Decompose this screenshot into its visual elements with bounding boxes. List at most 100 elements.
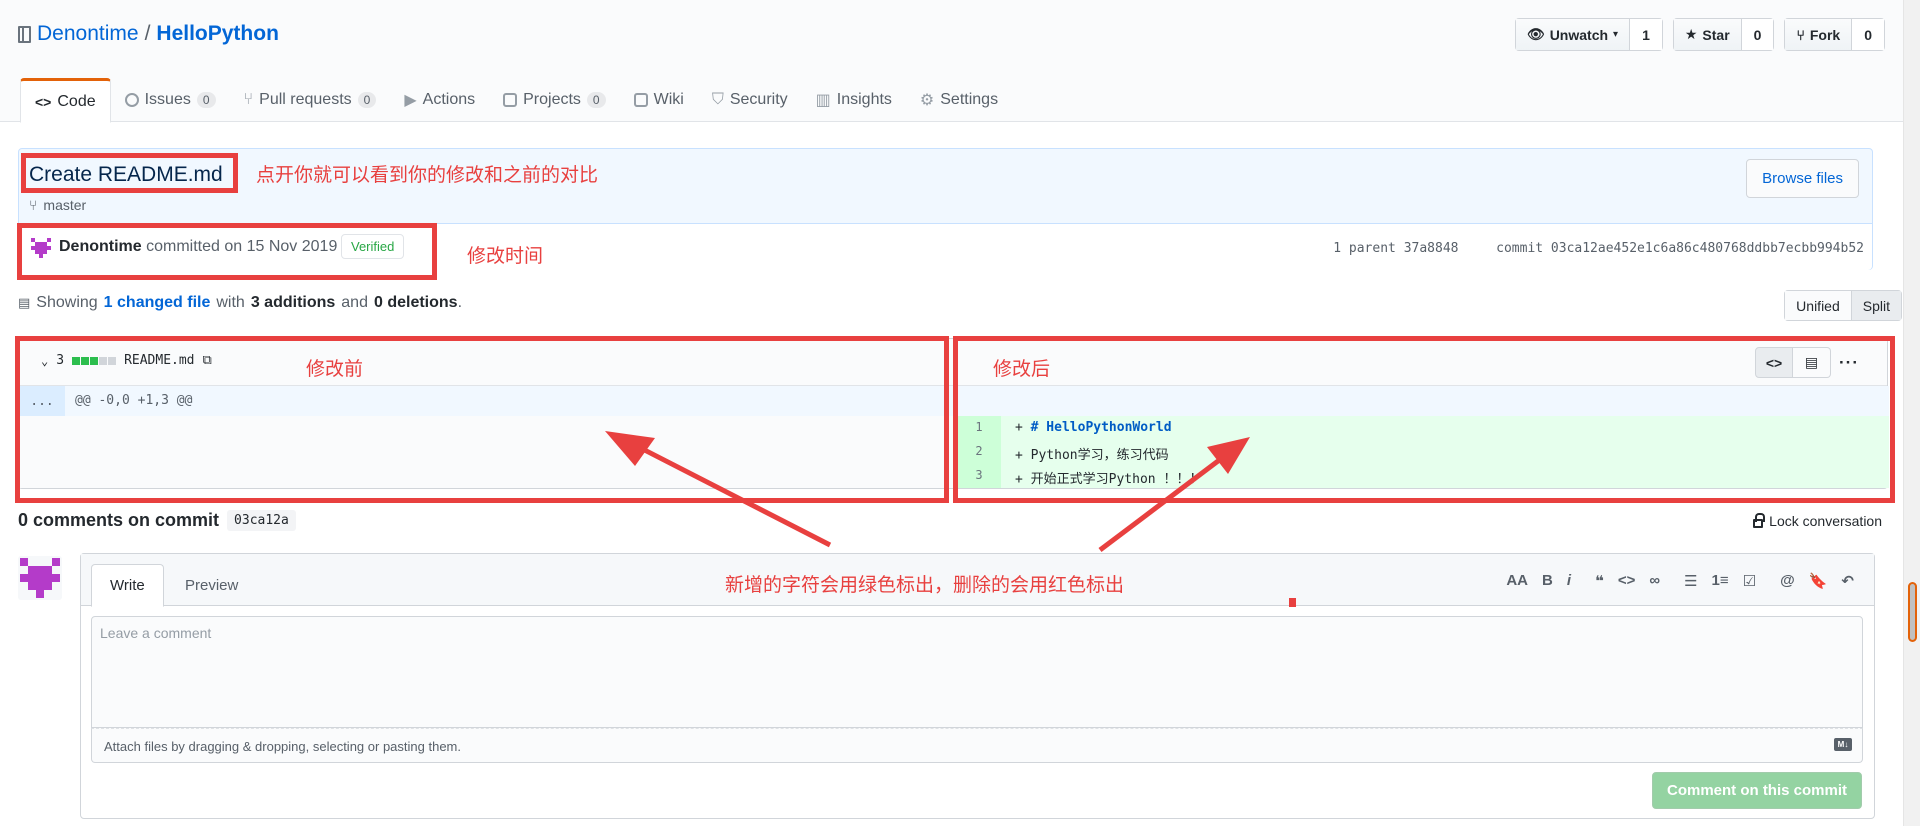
watch-button[interactable]: 👁 Unwatch ▾ — [1515, 19, 1631, 50]
tab-counter: 0 — [196, 92, 216, 108]
comment-textarea[interactable]: Leave a comment — [91, 616, 1863, 728]
annotation-compare-note: 点开你就可以看到你的修改和之前的对比 — [256, 165, 599, 186]
commit-sha: commit 03ca12ae452e1c6a86c480768ddbb7ecb… — [1496, 241, 1864, 256]
repo-actions: 👁 Unwatch ▾ 1 ★ Star 0 ⑂ Fork 0 — [1514, 18, 1885, 51]
tab-settings[interactable]: ⚙ Settings — [906, 78, 1012, 122]
italic-icon[interactable]: i — [1567, 572, 1571, 590]
shield-icon: ⛉ — [711, 91, 724, 108]
toc-showing: Showing — [36, 294, 98, 311]
fork-label: Fork — [1809, 26, 1841, 43]
annotation-before-note: 修改前 — [306, 359, 364, 380]
tab-label: Code — [57, 92, 96, 110]
star-label: Star — [1702, 26, 1730, 43]
lock-conversation-button[interactable]: Lock conversation — [1753, 513, 1882, 529]
toc-and: and — [341, 294, 368, 311]
tab-insights[interactable]: ▥ Insights — [802, 78, 906, 122]
annotation-after-note: 修改后 — [993, 359, 1051, 380]
fork-button[interactable]: ⑂ Fork — [1785, 19, 1853, 50]
user-avatar[interactable] — [18, 556, 62, 600]
task-list-icon[interactable]: ☑ — [1743, 572, 1756, 590]
gear-icon: ⚙ — [919, 92, 935, 109]
tab-projects[interactable]: Projects 0 — [489, 78, 619, 122]
graph-icon: ▥ — [815, 92, 831, 109]
annotation-box-after — [953, 336, 1895, 503]
star-count[interactable]: 0 — [1741, 19, 1774, 50]
lock-label: Lock conversation — [1769, 513, 1882, 529]
split-button[interactable]: Split — [1850, 291, 1901, 320]
scrollbar-thumb[interactable] — [1908, 582, 1917, 642]
fork-icon: ⑂ — [1796, 26, 1805, 43]
annotation-box-time — [17, 223, 437, 280]
toc-period: . — [457, 294, 463, 311]
watch-count[interactable]: 1 — [1630, 19, 1662, 50]
annotation-color-note: 新增的字符会用绿色标出，删除的会用红色标出 — [725, 575, 1125, 596]
write-tab[interactable]: Write — [91, 564, 164, 607]
attach-files-area[interactable]: Attach files by dragging & dropping, sel… — [91, 728, 1863, 763]
additions-count: 3 additions — [250, 294, 336, 311]
page-scrollbar[interactable] — [1903, 0, 1920, 826]
tab-actions[interactable]: ▶ Actions — [390, 78, 489, 122]
comments-title: 0 comments on commit — [18, 510, 220, 530]
file-diff-icon: ▤ — [18, 295, 31, 310]
tab-label: Security — [729, 91, 788, 108]
tab-code[interactable]: <> Code — [20, 78, 111, 123]
tab-label: Pull requests — [259, 91, 352, 108]
reply-icon[interactable]: ↶ — [1841, 572, 1854, 590]
repo-icon — [18, 25, 31, 43]
issue-icon — [124, 93, 139, 107]
tab-label: Actions — [422, 91, 476, 108]
fork-button-group: ⑂ Fork 0 — [1784, 18, 1885, 51]
branch-icon: ⑂ — [29, 197, 38, 213]
markdown-toolbar: AA B i ❝ <> ∞ ☰ 1≡ ☑ @ 🔖 ↶ — [1506, 572, 1854, 590]
star-button-group: ★ Star 0 — [1672, 18, 1775, 51]
repo-owner-link[interactable]: Denontime — [37, 22, 139, 46]
project-icon — [503, 93, 518, 107]
tab-label: Insights — [836, 91, 892, 108]
comment-submit-button[interactable]: Comment on this commit — [1651, 772, 1862, 809]
book-icon — [633, 93, 648, 107]
bookmark-icon[interactable]: 🔖 — [1809, 572, 1828, 590]
code-icon[interactable]: <> — [1618, 572, 1636, 590]
heading-icon[interactable]: AA — [1506, 572, 1528, 590]
fork-count[interactable]: 0 — [1852, 19, 1884, 50]
branch-name[interactable]: master — [43, 197, 86, 213]
watch-button-group: 👁 Unwatch ▾ 1 — [1514, 18, 1663, 51]
mention-icon[interactable]: @ — [1780, 572, 1795, 590]
toc-with: with — [216, 294, 245, 311]
tab-label: Issues — [144, 91, 191, 108]
play-icon: ▶ — [404, 92, 417, 109]
lock-icon — [1753, 513, 1766, 528]
pull-request-icon: ⑂ — [243, 91, 254, 108]
bulleted-list-icon[interactable]: ☰ — [1684, 572, 1697, 590]
numbered-list-icon[interactable]: 1≡ — [1712, 572, 1729, 590]
chevron-down-icon: ▾ — [1613, 29, 1619, 40]
deletions-count: 0 deletions — [373, 294, 458, 311]
tab-label: Wiki — [653, 91, 684, 108]
bold-icon[interactable]: B — [1542, 572, 1553, 590]
eye-icon: 👁 — [1526, 26, 1545, 42]
changed-files-link[interactable]: 1 changed file — [104, 294, 211, 312]
browse-files-button[interactable]: Browse files — [1746, 159, 1859, 198]
commit-sha-badge: 03ca12a — [227, 510, 296, 531]
diff-view-toggle: Unified Split — [1784, 290, 1902, 321]
link-icon[interactable]: ∞ — [1649, 572, 1660, 590]
repo-name-link[interactable]: HelloPython — [156, 22, 279, 46]
preview-tab[interactable]: Preview — [167, 564, 256, 607]
watch-label: Unwatch — [1549, 26, 1609, 43]
commit-sha-info: 1 parent 37a8848 commit 03ca12ae452e1c6a… — [1333, 241, 1864, 256]
tab-security[interactable]: ⛉ Security — [698, 78, 802, 122]
avatar-identicon — [20, 558, 60, 598]
diff-summary: ▤ Showing 1 changed file with 3 addition… — [18, 294, 462, 312]
tab-counter: 0 — [357, 92, 377, 108]
quote-icon[interactable]: ❝ — [1595, 572, 1604, 590]
tab-label: Projects — [523, 91, 581, 108]
code-icon: <> — [35, 93, 52, 110]
unified-button[interactable]: Unified — [1785, 291, 1851, 320]
tab-issues[interactable]: Issues 0 — [111, 78, 230, 122]
star-button[interactable]: ★ Star — [1673, 19, 1742, 50]
star-icon: ★ — [1684, 26, 1698, 42]
parent-info[interactable]: 1 parent 37a8848 — [1333, 241, 1458, 256]
markdown-icon[interactable]: M↓ — [1834, 738, 1852, 751]
tab-wiki[interactable]: Wiki — [620, 78, 698, 122]
tab-pull-requests[interactable]: ⑂ Pull requests 0 — [230, 78, 391, 122]
